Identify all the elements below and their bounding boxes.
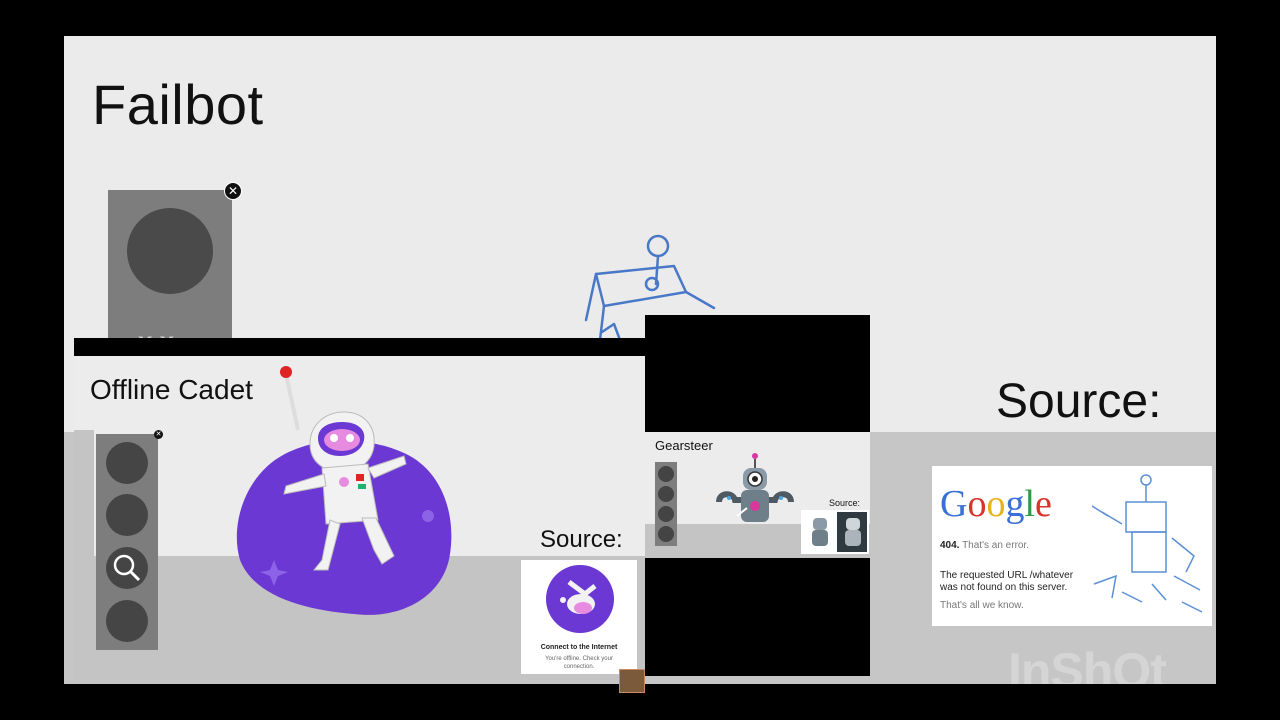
gearsteer-source-label: Source: — [829, 498, 861, 508]
gearsteer-bottom-black — [645, 558, 870, 676]
offline-cadet-control-panel — [96, 434, 158, 650]
failbot-title: Failbot — [92, 73, 264, 136]
offline-cadet-title: Offline Cadet — [90, 374, 253, 405]
source-right-label: Source: — [996, 375, 1162, 428]
broken-robot-icon — [1091, 474, 1203, 613]
robot-illustration — [716, 453, 794, 522]
gear-button[interactable] — [658, 466, 674, 482]
google-logo: Google — [940, 482, 1052, 526]
google-logo-letter: l — [1024, 483, 1036, 525]
google-404-footer: That's all we know. — [940, 600, 1024, 611]
robot-thumbnail-icon — [812, 518, 828, 546]
offline-cadet-panel: Offline Cadet ✕ Source: Connect to the I… — [74, 356, 646, 680]
gearsteer-control-panel — [655, 462, 677, 546]
gearsteer-source-thumbnail — [801, 510, 869, 554]
offline-cadet-source-card: Connect to the Internet You're offline. … — [521, 560, 637, 674]
close-icon[interactable]: ✕ — [154, 430, 163, 439]
magnifier-icon — [113, 554, 141, 582]
google-404-text: 404. That's an error. — [940, 540, 1030, 551]
google-logo-letter: g — [1005, 483, 1025, 525]
magnifier-button[interactable] — [106, 547, 148, 589]
control-button-4[interactable] — [106, 600, 148, 642]
eyes-button[interactable] — [658, 486, 674, 502]
google-logo-letter: o — [967, 483, 987, 525]
control-button-3[interactable] — [658, 506, 674, 522]
astronaut-badge-icon — [546, 565, 614, 633]
google-404-card: Google 404. That's an error. The request… — [932, 466, 1212, 626]
robot-dark-thumbnail-icon — [845, 518, 861, 546]
control-button-1[interactable] — [106, 442, 148, 484]
gearsteer-top-black — [645, 315, 870, 432]
failbot-round-button[interactable] — [127, 208, 213, 294]
inshot-watermark: InShOt — [1008, 643, 1167, 684]
google-logo-letter: o — [986, 483, 1006, 525]
control-button-2[interactable] — [106, 494, 148, 536]
control-button-4[interactable] — [658, 526, 674, 542]
gearsteer-panel: Gearsteer Source: — [645, 432, 870, 558]
app-thumbnail-icon[interactable] — [619, 669, 645, 693]
google-404-message: The requested URL /whatever was not foun… — [940, 570, 1074, 593]
offline-cadet-side-band — [74, 430, 94, 556]
close-icon[interactable]: ✕ — [224, 182, 242, 200]
google-logo-letter: e — [1035, 483, 1052, 525]
offline-card-subtitle: You're offline. Check your connection. — [545, 656, 613, 670]
offline-card-title: Connect to the Internet — [540, 644, 618, 651]
offline-cadet-top-bar — [74, 338, 646, 356]
gearsteer-title: Gearsteer — [655, 438, 713, 453]
astronaut-illustration — [236, 366, 452, 615]
offline-cadet-source-label: Source: — [540, 526, 623, 553]
google-logo-letter: G — [940, 483, 968, 525]
failbot-control-panel: x x — [108, 190, 232, 356]
